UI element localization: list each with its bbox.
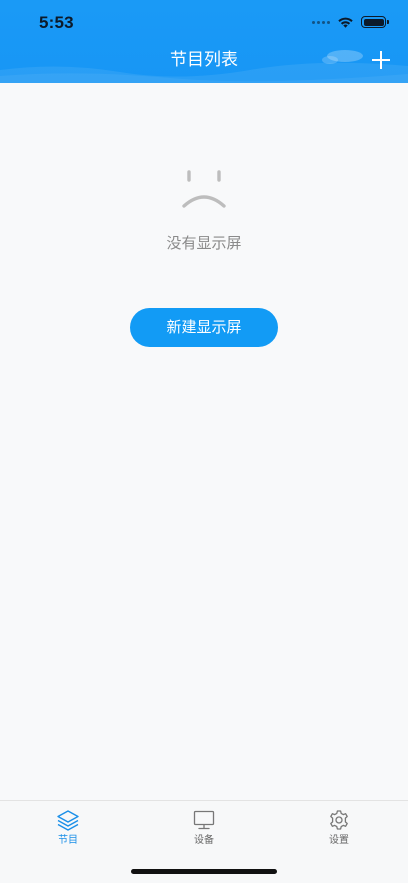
- tab-programs[interactable]: 节目: [28, 809, 108, 853]
- header: 5:53 节目列表: [0, 0, 408, 83]
- add-icon[interactable]: [368, 47, 394, 73]
- create-display-button[interactable]: 新建显示屏: [130, 308, 278, 347]
- empty-message: 没有显示屏: [166, 234, 242, 252]
- tab-devices[interactable]: 设备: [164, 809, 244, 853]
- program-list-screen: 5:53 节目列表 没有显示屏 新建显示屏 节目 设备 设置: [0, 0, 408, 883]
- status-time: 5:53: [39, 13, 74, 32]
- tab-label: 节目: [58, 835, 78, 846]
- monitor-icon: [193, 810, 215, 830]
- tab-label: 设置: [329, 835, 349, 846]
- battery-icon: [361, 16, 389, 28]
- sad-face-icon: [182, 170, 226, 208]
- nav-bar: 节目列表: [0, 44, 408, 83]
- tab-label: 设备: [194, 835, 214, 846]
- layers-icon: [57, 810, 79, 831]
- gear-icon: [330, 810, 348, 830]
- cellular-signal-icon: [312, 20, 330, 24]
- status-bar: 5:53: [0, 0, 408, 44]
- wifi-icon: [338, 17, 353, 28]
- tab-settings[interactable]: 设置: [299, 809, 379, 853]
- home-indicator: [131, 869, 277, 874]
- status-icons: [312, 14, 389, 30]
- page-title: 节目列表: [170, 50, 238, 70]
